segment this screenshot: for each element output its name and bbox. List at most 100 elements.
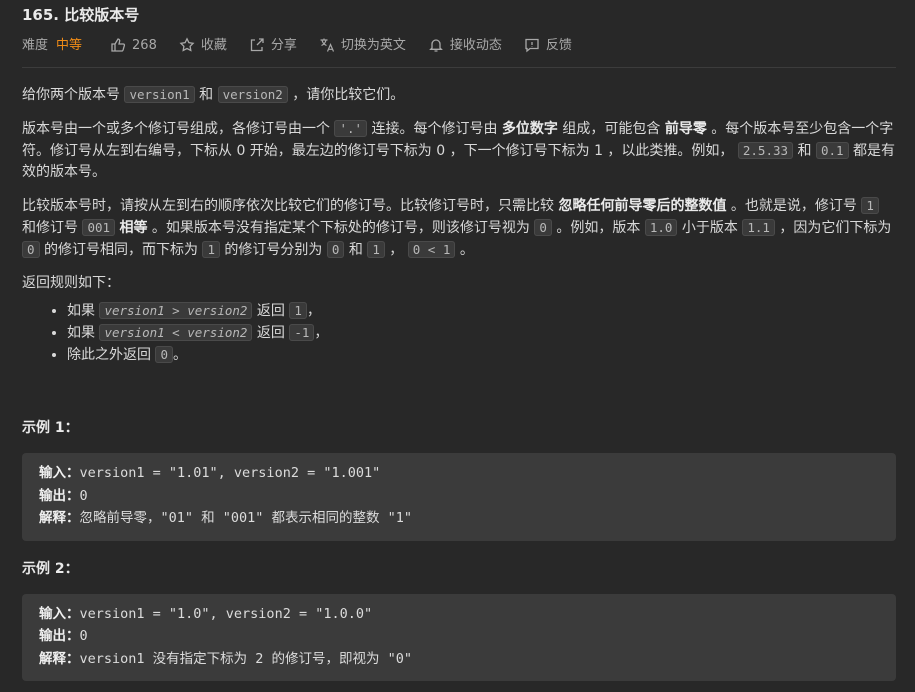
list-item: 如果 version1 < version2 返回 -1， xyxy=(67,322,896,344)
code-inline: 1.0 xyxy=(644,219,678,236)
text: 除此之外返回 xyxy=(67,347,156,363)
text: ， xyxy=(306,303,321,319)
example-1-title: 示例 1： xyxy=(22,420,79,436)
code-expression: version1 > version2 xyxy=(99,302,253,319)
code-inline: 1 xyxy=(202,241,220,258)
text: 。也就是说，修订号 xyxy=(726,198,862,214)
example-2-title: 示例 2： xyxy=(22,560,79,577)
share-button[interactable]: 分享 xyxy=(249,35,297,56)
example-output: 0 xyxy=(79,487,88,504)
compare-paragraph: 比较版本号时，请按从左到右的顺序依次比较它们的修订号。比较修订号时，只需比较 忽… xyxy=(22,195,896,261)
subscribe-label: 接收动态 xyxy=(449,37,502,53)
text: 。 xyxy=(172,347,187,363)
code-inline: 1.1 xyxy=(742,219,775,236)
favorite-button[interactable]: 收藏 xyxy=(179,35,227,56)
output-label: 输出： xyxy=(39,628,80,644)
text: ，因为它们下标为 xyxy=(774,220,892,236)
bold-text: 相等 xyxy=(119,220,148,236)
explain-label: 解释： xyxy=(39,510,80,526)
page-title: 165. 比较版本号 xyxy=(22,6,140,24)
example-explain: version1 没有指定下标为 2 的修订号，即视为 "0" xyxy=(79,650,413,667)
problem-panel: 165. 比较版本号 难度 中等 268 收藏 分享 切换为英文 接收动态 反馈 xyxy=(0,0,915,681)
code-example: 0.1 xyxy=(815,142,849,159)
text: 版本号由一个或多个修订号组成，各修订号由一个 xyxy=(22,121,335,137)
switch-language-button[interactable]: 切换为英文 xyxy=(319,35,406,56)
example-input: version1 = "1.01", version2 = "1.001" xyxy=(79,465,381,481)
intro-paragraph: 给你两个版本号 version1 和 version2 ，请你比较它们。 xyxy=(22,84,896,106)
code-inline: 0 < 1 xyxy=(407,241,456,258)
difficulty-label: 难度 xyxy=(22,37,49,53)
star-icon xyxy=(179,37,195,52)
example-1-block: 输入：version1 = "1.01", version2 = "1.001"… xyxy=(22,453,896,541)
bell-icon xyxy=(429,39,443,52)
bold-text: 多位数字 xyxy=(501,121,558,137)
share-icon xyxy=(250,38,264,52)
explain-label: 解释： xyxy=(39,650,80,667)
text: 和 xyxy=(793,143,816,159)
code-inline: 001 xyxy=(82,219,116,236)
code-return: 1 xyxy=(289,302,307,319)
feedback-button[interactable]: 反馈 xyxy=(524,35,572,56)
code-example: 2.5.33 xyxy=(737,142,794,159)
text: 组成，可能包含 xyxy=(557,121,665,137)
text: 的修订号相同，而下标为 xyxy=(39,242,203,258)
thumbs-up-icon xyxy=(111,38,126,52)
text: ， xyxy=(384,242,408,258)
text: 和 xyxy=(194,87,218,103)
bold-text: 前导零 xyxy=(664,121,707,137)
code-inline: 0 xyxy=(534,219,552,236)
output-label: 输出： xyxy=(39,487,80,504)
text: 如果 xyxy=(67,303,100,319)
text: 的修订号分别为 xyxy=(219,242,327,258)
rules-list: 如果 version1 > version2 返回 1， 如果 version1… xyxy=(22,300,896,366)
text: 。 xyxy=(455,242,474,258)
example-2-block: 输入：version1 = "1.0", version2 = "1.0.0" … xyxy=(22,593,896,681)
favorite-label: 收藏 xyxy=(200,37,227,53)
divider xyxy=(22,67,896,68)
text: 如果 xyxy=(67,325,100,341)
example-explain: 忽略前导零，"01" 和 "001" 都表示相同的整数 "1" xyxy=(79,510,413,526)
text: 和 xyxy=(344,242,368,258)
text: ，请你比较它们。 xyxy=(287,87,405,103)
input-label: 输入： xyxy=(39,465,80,481)
code-version2: version2 xyxy=(217,86,288,103)
example-output: 0 xyxy=(79,628,88,644)
code-inline: 1 xyxy=(861,197,879,214)
code-inline: 0 xyxy=(326,241,345,258)
input-label: 输入： xyxy=(39,605,80,622)
subscribe-button[interactable]: 接收动态 xyxy=(428,35,502,56)
share-label: 分享 xyxy=(270,37,297,53)
list-item: 如果 version1 > version2 返回 1， xyxy=(67,300,896,322)
feedback-label: 反馈 xyxy=(545,37,572,53)
text: 连接。每个修订号由 xyxy=(367,121,502,137)
text: 比较版本号时，请按从左到右的顺序依次比较它们的修订号。比较修订号时，只需比较 xyxy=(22,198,559,214)
like-button[interactable]: 268 xyxy=(110,35,157,56)
text: 返回 xyxy=(252,303,290,319)
code-inline: 0 xyxy=(22,241,40,258)
code-return: -1 xyxy=(289,324,315,341)
code-inline: 1 xyxy=(367,241,385,258)
problem-toolbar: 难度 中等 268 收藏 分享 切换为英文 接收动态 反馈 xyxy=(22,30,896,60)
like-count: 268 xyxy=(132,37,157,53)
problem-description: 给你两个版本号 version1 和 version2 ，请你比较它们。 版本号… xyxy=(22,84,896,681)
text: 返回 xyxy=(252,325,290,341)
text: 小于版本 xyxy=(677,220,743,236)
text: ， xyxy=(314,325,329,341)
code-expression: version1 < version2 xyxy=(99,324,253,341)
format-paragraph: 版本号由一个或多个修订号组成，各修订号由一个 '.' 连接。每个修订号由 多位数… xyxy=(22,118,896,183)
rules-heading: 返回规则如下： xyxy=(22,275,120,291)
text: 。如果版本号没有指定某个下标处的修订号，则该修订号视为 xyxy=(147,220,535,236)
code-dot: '.' xyxy=(334,120,368,137)
example-input: version1 = "1.0", version2 = "1.0.0" xyxy=(79,605,373,622)
translate-icon xyxy=(320,38,334,52)
bold-text: 忽略任何前导零后的整数值 xyxy=(558,198,727,214)
list-item: 除此之外返回 0。 xyxy=(67,344,896,366)
feedback-icon xyxy=(525,38,539,53)
text: 。例如，版本 xyxy=(551,220,645,236)
text: 给你两个版本号 xyxy=(22,87,125,103)
code-return: 0 xyxy=(155,346,173,363)
difficulty-badge: 中等 xyxy=(56,37,83,53)
code-version1: version1 xyxy=(124,86,195,103)
text: 和修订号 xyxy=(22,220,83,236)
switch-language-label: 切换为英文 xyxy=(340,37,406,53)
